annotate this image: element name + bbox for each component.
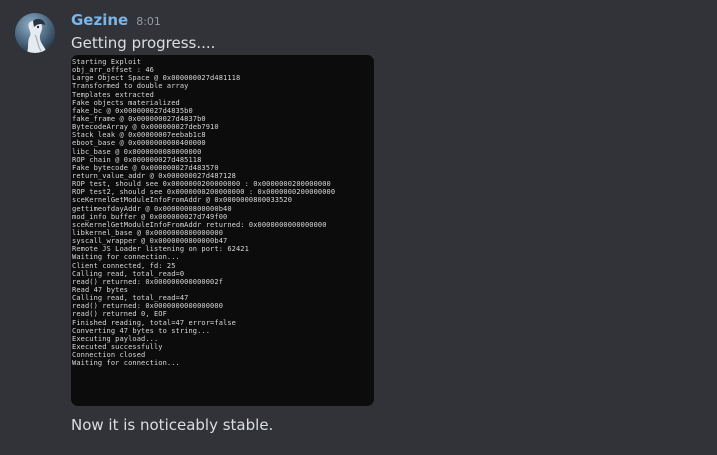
console-line: syscall_wrapper @ 0x0000000800000b47 bbox=[72, 237, 228, 246]
console-line: Stack leak @ 0x00000007eebab1c8 bbox=[72, 131, 206, 140]
console-line: Templates extracted bbox=[72, 90, 154, 99]
console-line: Large Object Space @ 0x000000027d481118 bbox=[72, 74, 241, 83]
console-line: ROP test2, should see 0x0000000200000000… bbox=[72, 188, 336, 197]
console-line: sceKernelGetModuleInfoFromAddr @ 0x00000… bbox=[72, 196, 293, 205]
console-line: Executing payload... bbox=[72, 334, 159, 343]
console-line: Waiting for connection... bbox=[72, 359, 180, 368]
console-line: ROP chain @ 0x000000027d485118 bbox=[72, 155, 202, 164]
console-line: mod_info buffer @ 0x000000027d749f00 bbox=[72, 212, 228, 221]
author-name[interactable]: Gezine bbox=[71, 11, 128, 29]
console-line: Fake objects materialized bbox=[72, 98, 180, 107]
console-line: Finished reading, total=47 error=false bbox=[72, 318, 236, 327]
console-line: return_value_addr @ 0x000000027d487128 bbox=[72, 171, 236, 180]
console-line: Executed successfully bbox=[72, 342, 163, 351]
console-line: Waiting for connection... bbox=[72, 253, 180, 262]
avatar-image bbox=[15, 13, 55, 53]
console-line: Transformed to double array bbox=[72, 82, 189, 91]
console-line: Client connected, fd: 25 bbox=[72, 261, 176, 270]
console-line: Fake bytecode @ 0x000000027d483570 bbox=[72, 163, 219, 172]
console-line: read() returned: 0x0000000000000000 bbox=[72, 302, 224, 311]
console-line: Remote JS Loader listening on port: 6242… bbox=[72, 245, 249, 254]
console-line: libc_base @ 0x0000000080000000 bbox=[72, 147, 202, 156]
console-line: BytecodeArray @ 0x000000027deb7910 bbox=[72, 123, 219, 132]
console-line: sceKernelGetModuleInfoFromAddr returned:… bbox=[72, 220, 327, 229]
console-line: libkernel_base @ 0x0000000800000000 bbox=[72, 228, 224, 237]
console-line: Calling read, total_read=0 bbox=[72, 269, 185, 278]
console-line: Calling read, total_read=47 bbox=[72, 294, 189, 303]
console-line: gettimeofdayAddr @ 0x0000000800000b40 bbox=[72, 204, 232, 213]
console-line: read() returned 0, EOF bbox=[72, 310, 167, 319]
console-line: Converting 47 bytes to string... bbox=[72, 326, 211, 335]
console-line: Read 47 bytes bbox=[72, 285, 129, 294]
message-text-followup: Now it is noticeably stable. bbox=[71, 416, 274, 434]
message-timestamp[interactable]: 8:01 bbox=[136, 15, 161, 28]
message-header: Gezine 8:01 bbox=[71, 11, 161, 31]
image-attachment[interactable]: Starting Exploit obj_arr_offset : 46 Large… bbox=[71, 55, 374, 406]
console-line: fake_bc @ 0x000000027d4835b0 bbox=[72, 106, 193, 115]
console-output: Starting Exploit obj_arr_offset : 46 Large… bbox=[72, 58, 371, 367]
console-line: obj_arr_offset : 46 bbox=[72, 66, 154, 75]
message-text: Getting progress.... bbox=[71, 34, 216, 52]
console-line: Connection closed bbox=[72, 351, 146, 360]
avatar[interactable] bbox=[15, 13, 55, 53]
console-line: Starting Exploit bbox=[72, 58, 142, 66]
console-line: read() returned: 0x000000000000002f bbox=[72, 277, 224, 286]
console-line: fake_frame @ 0x000000027d4837b0 bbox=[72, 114, 206, 123]
console-line: eboot_base @ 0x0000000000400000 bbox=[72, 139, 206, 148]
console-line: ROP test, should see 0x0000000200000000 … bbox=[72, 180, 331, 189]
chat-view: Gezine 8:01 Getting progress.... Startin… bbox=[0, 0, 717, 455]
